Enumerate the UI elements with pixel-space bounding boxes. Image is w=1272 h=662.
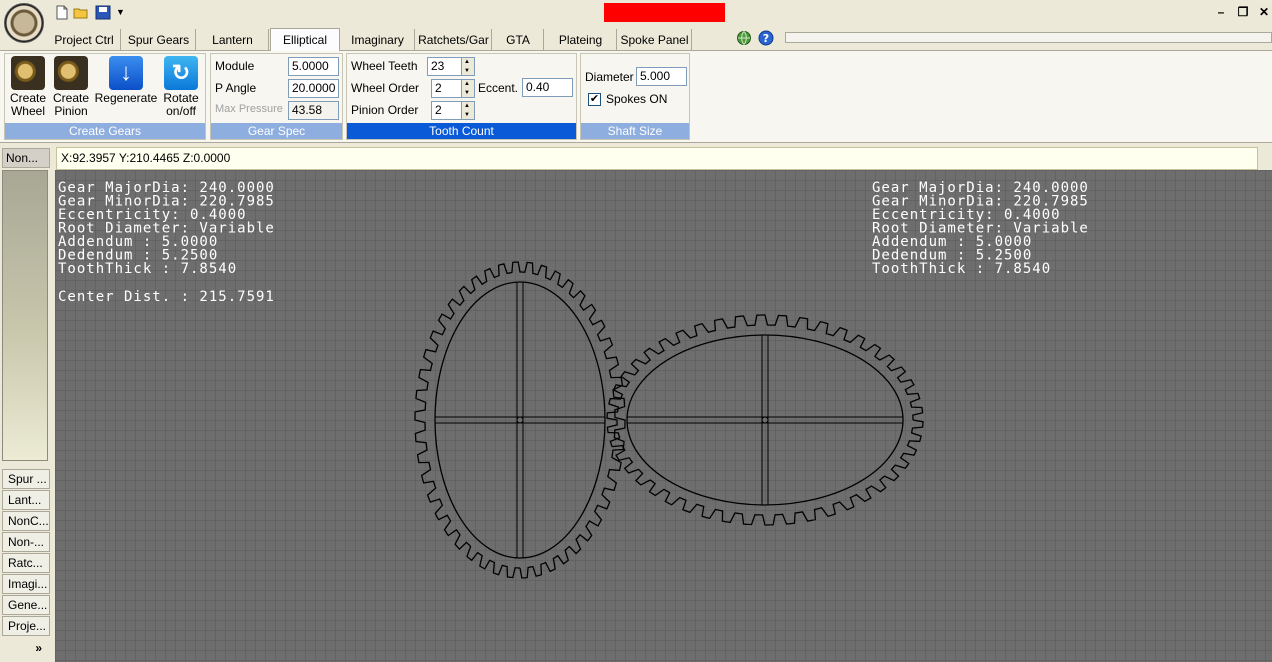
side-tab-spur[interactable]: Spur ... <box>2 469 50 489</box>
side-tab-active[interactable]: Non... <box>2 148 50 168</box>
restore-icon[interactable]: ❐ <box>1235 4 1251 20</box>
rotate-label: Rotate on/off <box>163 91 199 118</box>
gear-icon <box>54 56 88 90</box>
tab-project-ctrl[interactable]: Project Ctrl <box>48 29 121 51</box>
app-logo-gear-icon[interactable] <box>4 3 44 43</box>
tab-imaginary[interactable]: Imaginary <box>341 29 415 51</box>
create-wheel-button[interactable]: Create Wheel <box>8 56 48 118</box>
svg-text:?: ? <box>763 32 769 45</box>
gear-canvas[interactable]: Gear MajorDia: 240.0000 Gear MinorDia: 2… <box>55 170 1272 662</box>
pinion-shaft-hole <box>761 416 769 424</box>
minimize-icon[interactable]: – <box>1213 4 1229 20</box>
wheel-teeth-label: Wheel Teeth <box>351 59 418 73</box>
info-right-line: ToothThick : 7.8540 <box>872 261 1051 277</box>
new-file-icon[interactable] <box>54 5 70 20</box>
pinion-order-input[interactable]: 2 <box>431 101 462 120</box>
globe-icon[interactable] <box>736 30 752 46</box>
side-tab-noncircular[interactable]: NonC... <box>2 511 50 531</box>
regenerate-label: Regenerate <box>94 91 158 105</box>
tab-ratchets[interactable]: Ratchets/Gar <box>416 29 492 51</box>
open-folder-icon[interactable] <box>73 5 89 20</box>
max-pressure-value: 43.58 <box>288 101 339 120</box>
spokes-label: Spokes ON <box>606 92 668 106</box>
quick-access-dropdown-icon[interactable]: ▼ <box>116 5 126 19</box>
module-label: Module <box>215 59 255 73</box>
canvas-grid <box>55 170 1272 662</box>
side-tab-project[interactable]: Proje... <box>2 616 50 636</box>
group-caption-tooth-count: Tooth Count <box>347 123 576 139</box>
module-input[interactable]: 5.0000 <box>288 57 339 76</box>
group-caption-create-gears: Create Gears <box>5 123 205 139</box>
eccent-input[interactable]: 0.40 <box>522 78 573 97</box>
coordinate-readout: X:92.3957 Y:210.4465 Z:0.0000 <box>56 147 1258 170</box>
status-strip <box>785 32 1272 43</box>
regenerate-button[interactable]: ↓ Regenerate <box>92 56 160 118</box>
close-icon[interactable]: ✕ <box>1256 4 1272 20</box>
help-icon[interactable]: ? <box>758 30 774 46</box>
wheel-order-input[interactable]: 2 <box>431 79 462 98</box>
save-icon[interactable] <box>95 5 111 20</box>
side-tab-non[interactable]: Non-... <box>2 532 50 552</box>
arrow-down-icon: ↓ <box>109 56 143 90</box>
redacted-title-block <box>604 3 725 22</box>
wheel-order-label: Wheel Order <box>351 81 420 95</box>
pinion-order-label: Pinion Order <box>351 103 419 117</box>
tab-elliptical[interactable]: Elliptical <box>270 28 340 52</box>
group-caption-gear-spec: Gear Spec <box>211 123 342 139</box>
wheel-teeth-input[interactable]: 23 <box>427 57 462 76</box>
center-distance-text: Center Dist. : 215.7591 <box>58 289 275 305</box>
pinion-order-spinner[interactable] <box>461 101 475 120</box>
tab-plateing[interactable]: Plateing <box>545 29 617 51</box>
wheel-teeth-spinner[interactable] <box>461 57 475 76</box>
gear-icon <box>11 56 45 90</box>
tab-spoke-panel[interactable]: Spoke Panel <box>618 29 692 51</box>
side-overflow-chevron-icon[interactable]: » <box>2 637 50 662</box>
side-panel-body <box>2 170 48 461</box>
side-tab-imaginary[interactable]: Imagi... <box>2 574 50 594</box>
rotate-toggle-button[interactable]: ↻ Rotate on/off <box>160 56 202 118</box>
side-tab-general[interactable]: Gene... <box>2 595 50 615</box>
side-tab-ratchets[interactable]: Ratc... <box>2 553 50 573</box>
max-pressure-label: Max Pressure <box>215 103 283 115</box>
eccent-label: Eccent. <box>478 81 519 95</box>
tab-lantern[interactable]: Lantern <box>197 29 269 51</box>
create-wheel-label: Create Wheel <box>9 91 47 118</box>
create-pinion-button[interactable]: Create Pinion <box>50 56 92 118</box>
create-pinion-label: Create Pinion <box>52 91 90 118</box>
wheel-order-spinner[interactable] <box>461 79 475 98</box>
p-angle-label: P Angle <box>215 81 257 95</box>
wheel-shaft-hole <box>516 416 524 424</box>
tab-gta[interactable]: GTA <box>493 29 544 51</box>
diameter-label: Diameter <box>585 70 634 84</box>
group-caption-shaft-size: Shaft Size <box>581 123 689 139</box>
side-tab-lantern[interactable]: Lant... <box>2 490 50 510</box>
spokes-checkbox[interactable]: ✔ <box>588 93 601 106</box>
p-angle-input[interactable]: 20.0000 <box>288 79 339 98</box>
rotate-icon: ↻ <box>164 56 198 90</box>
diameter-input[interactable]: 5.000 <box>636 67 687 86</box>
info-left-line: ToothThick : 7.8540 <box>58 261 237 277</box>
tab-spur-gears[interactable]: Spur Gears <box>122 29 196 51</box>
